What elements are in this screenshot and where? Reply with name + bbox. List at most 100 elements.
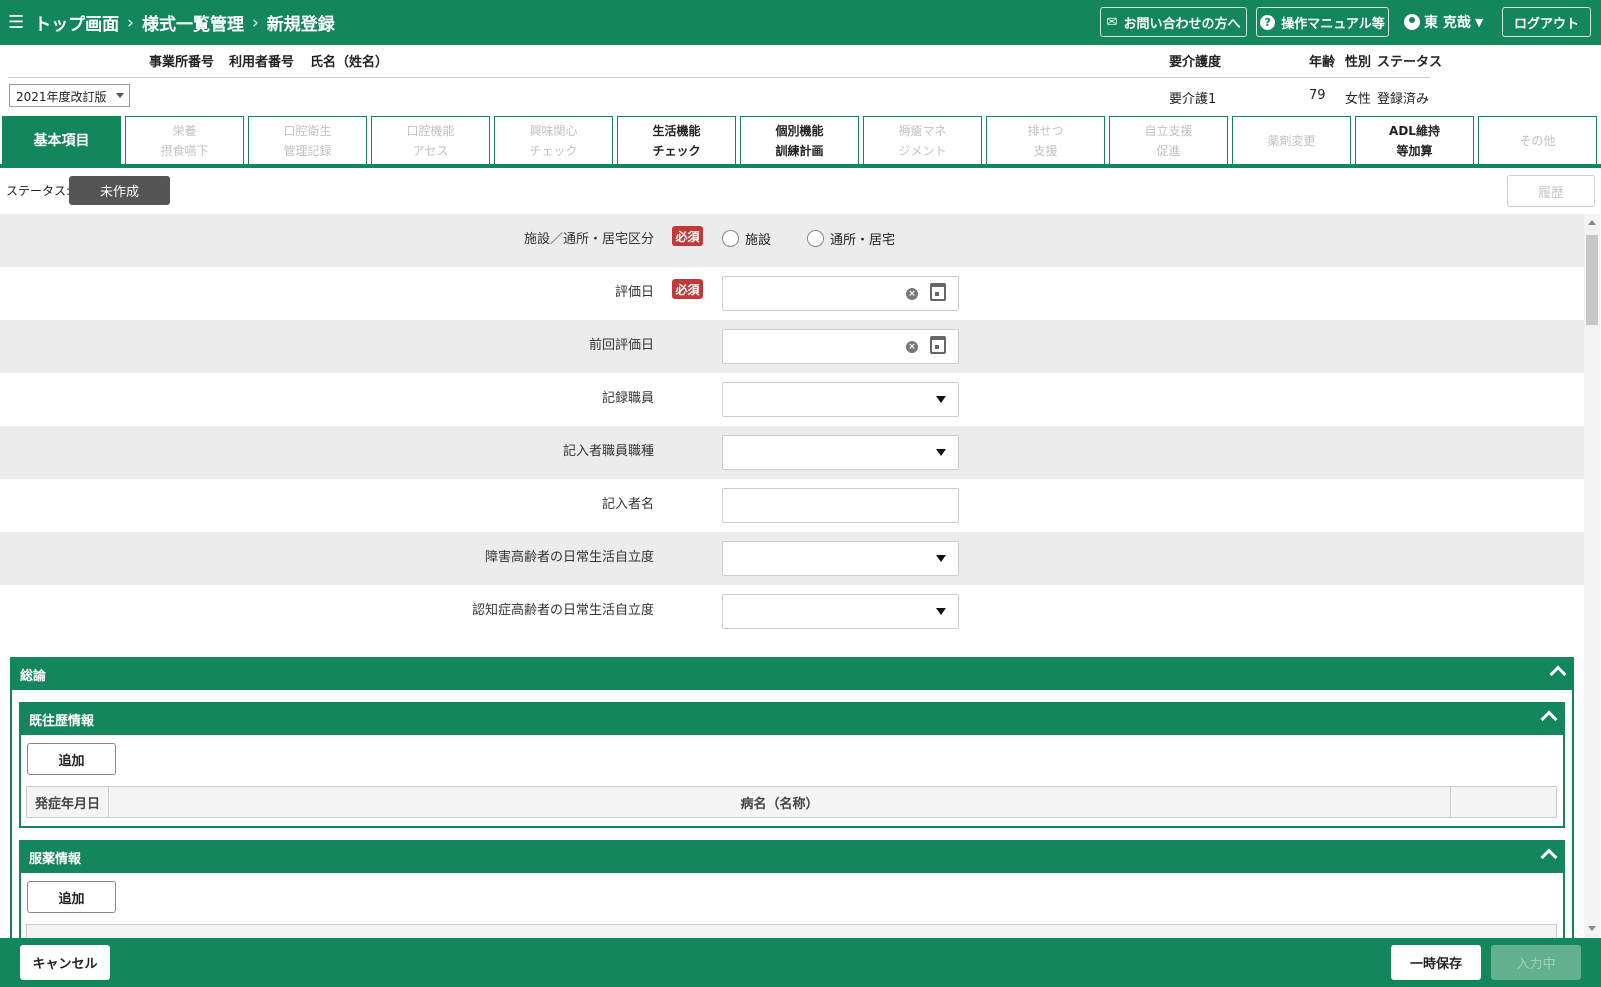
tab-label: 個別機能 [775, 124, 824, 138]
scroll-down-icon[interactable] [1588, 926, 1596, 931]
tab-label: 薬剤変更 [1267, 134, 1316, 148]
medication-section-title: 服薬情報 [29, 852, 82, 867]
user-menu[interactable]: 東 克哉 ▼ [1404, 12, 1483, 32]
tab-nutrition[interactable]: 栄養 摂食嚥下 [125, 116, 244, 165]
tab-label: 訓練計画 [775, 144, 824, 158]
medication-add-label: 追加 [58, 891, 85, 907]
chevron-up-icon[interactable] [1540, 848, 1558, 866]
tab-label: 口腔衛生 [283, 124, 332, 138]
calendar-icon[interactable] [930, 283, 946, 301]
tab-basic[interactable]: 基本項目 [2, 116, 121, 165]
breadcrumb-top[interactable]: トップ画面 [34, 10, 119, 35]
radio-facility[interactable]: 施設 [722, 229, 771, 248]
medication-table-header [26, 924, 1557, 939]
breadcrumb-form-list[interactable]: 様式一覧管理 [142, 10, 244, 35]
tab-label: 口腔機能 [406, 124, 455, 138]
recorder-select[interactable] [722, 382, 959, 417]
submit-button[interactable]: 入力中 [1491, 945, 1581, 980]
tab-independence[interactable]: 自立支援 促進 [1109, 116, 1228, 165]
recorder-row: 記録職員 [0, 373, 1584, 426]
tab-other[interactable]: その他 [1478, 116, 1597, 165]
general-section-header[interactable]: 総論 [12, 659, 1572, 690]
prev-eval-date-label: 前回評価日 [588, 338, 654, 353]
prev-eval-date-input[interactable]: × [722, 329, 959, 364]
breadcrumb-new-entry: 新規登録 [266, 15, 335, 35]
version-select-value: 2021年度改訂版 [16, 90, 107, 104]
tab-excretion[interactable]: 排せつ 支援 [986, 116, 1105, 165]
status-header: ステータス [1377, 55, 1443, 70]
top-bar: ☰ トップ画面 › 様式一覧管理 › 新規登録 ✉ お問い合わせの方へ ? 操作… [0, 0, 1601, 45]
writer-job-label: 記入者職員職種 [562, 444, 654, 459]
age-header: 年齢 [1309, 55, 1336, 70]
writer-job-select[interactable] [722, 435, 959, 470]
tab-label: 生活機能 [652, 124, 701, 138]
writer-name-row: 記入者名 [0, 479, 1584, 532]
scrollbar-thumb[interactable] [1586, 235, 1598, 325]
cancel-button[interactable]: キャンセル [20, 945, 110, 980]
tab-adl[interactable]: ADL維持 等加算 [1355, 116, 1474, 165]
elderly-disability-select[interactable] [722, 541, 959, 576]
breadcrumb: ☰ トップ画面 › 様式一覧管理 › 新規登録 [8, 10, 335, 35]
tab-interest-check[interactable]: 興味関心 チェック [494, 116, 613, 165]
chevron-up-icon[interactable] [1540, 710, 1558, 728]
breadcrumb-separator: › [127, 12, 134, 33]
writer-name-input[interactable] [722, 488, 959, 523]
tab-label: 褥瘡マネ [898, 124, 947, 138]
dropdown-arrow-icon [936, 396, 946, 403]
dementia-level-select[interactable] [722, 594, 959, 629]
required-badge: 必須 [672, 226, 703, 246]
manual-button[interactable]: ? 操作マニュアル等 [1256, 7, 1389, 37]
tab-oral-function[interactable]: 口腔機能 アセス [371, 116, 490, 165]
version-select[interactable]: 2021年度改訂版 [9, 84, 130, 107]
history-button[interactable]: 履歴 [1507, 175, 1595, 207]
writer-job-row: 記入者職員職種 [0, 426, 1584, 479]
tab-label: その他 [1519, 134, 1556, 148]
writer-name-label: 記入者名 [601, 497, 654, 512]
elderly-disability-row: 障害高齢者の日常生活自立度 [0, 532, 1584, 585]
tab-label: ジメント [898, 144, 947, 158]
scroll-up-icon[interactable] [1588, 220, 1596, 225]
elderly-disability-label: 障害高齢者の日常生活自立度 [484, 550, 654, 565]
history-section-header[interactable]: 既往歴情報 [21, 704, 1563, 735]
dropdown-arrow-icon [936, 449, 946, 456]
radio-outpatient-home[interactable]: 通所・居宅 [807, 229, 895, 248]
breadcrumb-separator: › [251, 12, 259, 33]
eval-date-input[interactable]: × [722, 276, 959, 311]
user-no-header: 利用者番号 [229, 55, 295, 70]
tab-label: 等加算 [1396, 144, 1433, 158]
status-badge-text: 未作成 [99, 185, 139, 200]
dropdown-arrow-icon [936, 608, 946, 615]
medication-section-header[interactable]: 服薬情報 [21, 842, 1563, 873]
history-add-button[interactable]: 追加 [27, 743, 116, 775]
prev-eval-date-row: 前回評価日 × [0, 320, 1584, 373]
clear-icon[interactable]: × [906, 288, 918, 300]
status-badge: 未作成 [69, 176, 170, 205]
tab-pressure-ulcer[interactable]: 褥瘡マネ ジメント [863, 116, 982, 165]
temp-save-button[interactable]: 一時保存 [1391, 945, 1481, 980]
medication-add-button[interactable]: 追加 [27, 881, 116, 913]
menu-icon[interactable]: ☰ [8, 12, 24, 33]
calendar-icon[interactable] [930, 336, 946, 354]
tab-underline [0, 164, 1601, 168]
tab-medication-change[interactable]: 薬剤変更 [1232, 116, 1351, 165]
chevron-up-icon[interactable] [1549, 665, 1567, 683]
manual-label: 操作マニュアル等 [1281, 16, 1385, 32]
tab-individual-training[interactable]: 個別機能 訓練計画 [740, 116, 859, 165]
tab-life-function[interactable]: 生活機能 チェック [617, 116, 736, 165]
dementia-level-label: 認知症高齢者の日常生活自立度 [471, 603, 654, 618]
recorder-label: 記録職員 [601, 391, 654, 406]
logout-button[interactable]: ログアウト [1502, 7, 1591, 37]
history-label: 履歴 [1537, 185, 1564, 201]
status-value: 登録済み [1377, 92, 1430, 107]
user-name: 東 克哉 [1424, 15, 1471, 31]
contact-button[interactable]: ✉ お問い合わせの方へ [1100, 7, 1247, 37]
facility-type-row: 施設／通所・居宅区分 必須 施設 通所・居宅 [0, 214, 1584, 267]
clear-icon[interactable]: × [906, 341, 918, 353]
gender-header: 性別 [1345, 55, 1372, 70]
history-section-title: 既往歴情報 [29, 714, 95, 729]
info-divider [8, 77, 1430, 78]
radio-circle [722, 230, 739, 247]
general-section: 総論 既往歴情報 追加 発症年月日 病名（名称） 服薬情報 追加 [10, 657, 1574, 939]
dementia-level-row: 認知症高齢者の日常生活自立度 [0, 585, 1584, 638]
tab-oral-hygiene[interactable]: 口腔衛生 管理記録 [248, 116, 367, 165]
